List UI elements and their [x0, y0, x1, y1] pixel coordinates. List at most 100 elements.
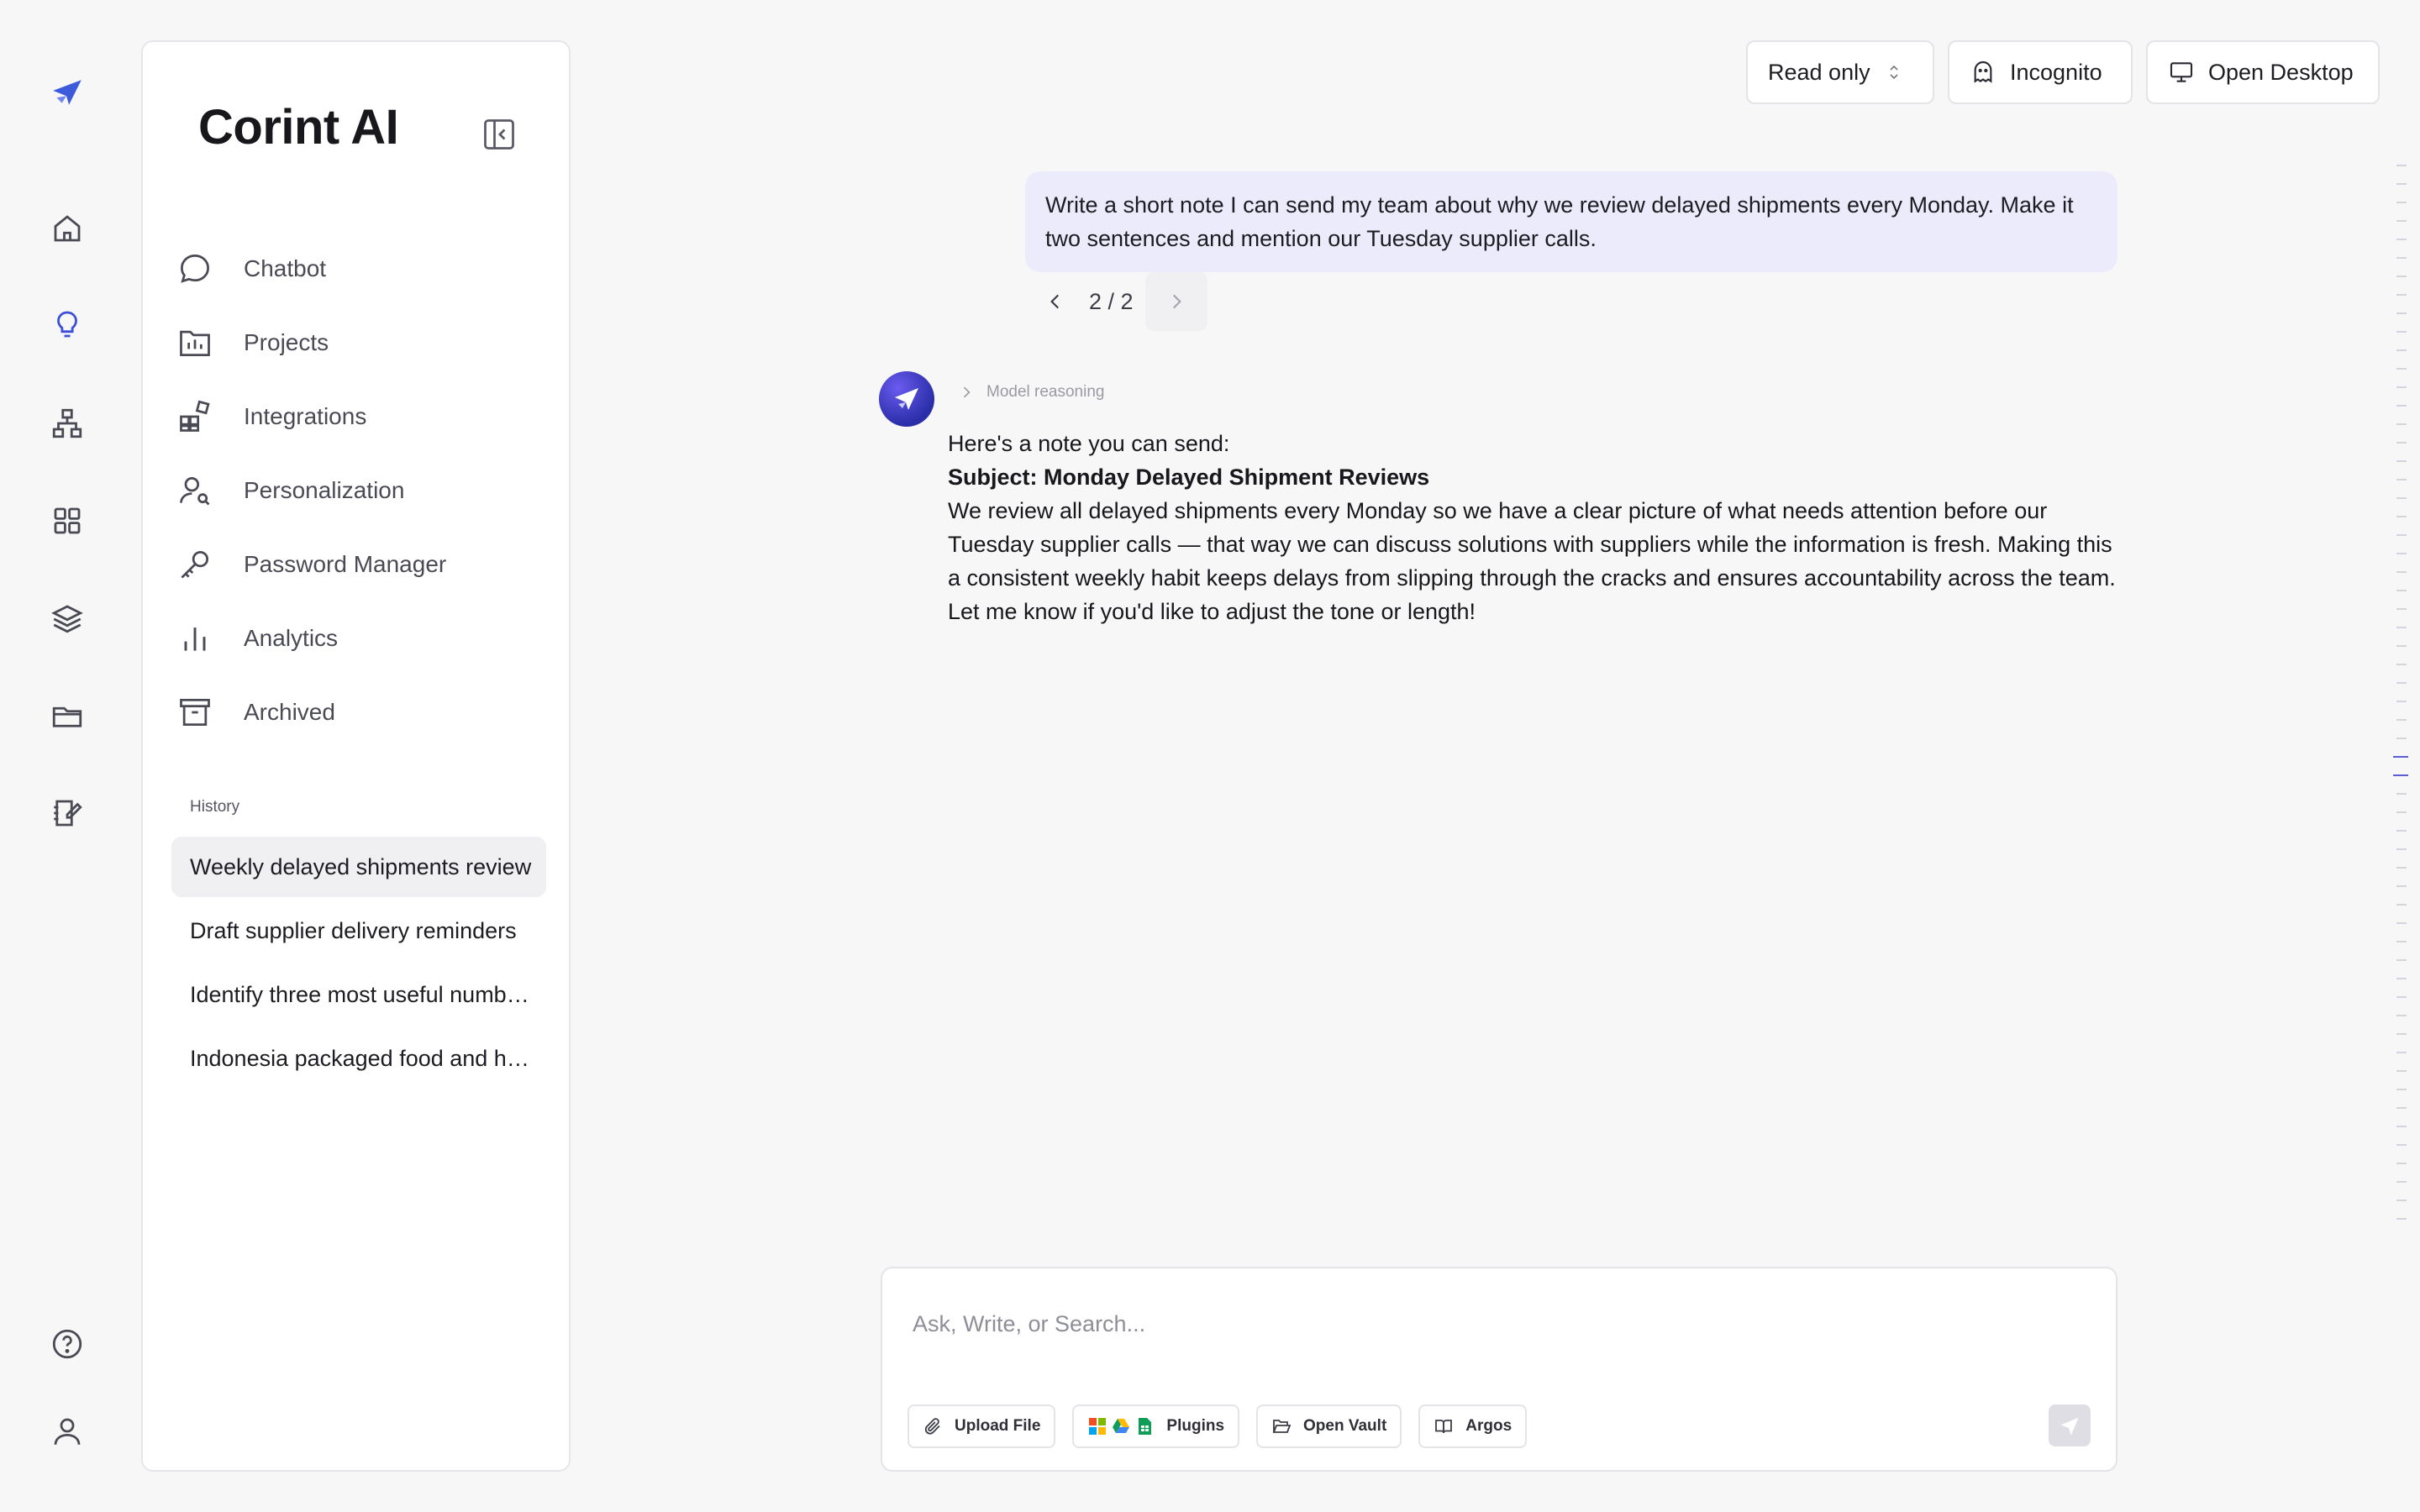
minimap-tick [2396, 516, 2407, 517]
composer: Upload File Plugins Open Vault Argos [881, 1267, 2118, 1472]
open-desktop-button[interactable]: Open Desktop [2146, 40, 2380, 104]
sidebar: Corint AI Chatbot Projects Integrations [141, 40, 571, 1472]
nav-item-projects[interactable]: Projects [176, 306, 546, 380]
chevron-right-icon [963, 386, 971, 398]
minimap-tick [2396, 1163, 2407, 1164]
history-item-label: Weekly delayed shipments review [190, 853, 532, 879]
collapse-sidebar-button[interactable] [474, 109, 524, 160]
pager-text: 2 / 2 [1089, 288, 1134, 314]
minimap-tick [2396, 664, 2407, 665]
plugins-button[interactable]: Plugins [1072, 1404, 1240, 1448]
help-icon[interactable] [42, 1319, 92, 1369]
plugin-logos [1087, 1416, 1155, 1436]
minimap-tick [2396, 276, 2407, 277]
send-icon [2060, 1417, 2079, 1436]
minimap-tick [2396, 368, 2407, 370]
brand-title: Corint AI [198, 100, 399, 155]
nav-item-password-manager[interactable]: Password Manager [176, 528, 546, 601]
chevron-left-icon [1050, 294, 1060, 309]
notes-edit-icon[interactable] [42, 788, 92, 838]
minimap-tick [2393, 756, 2408, 758]
nav-label: Personalization [244, 477, 405, 503]
conversation-minimap[interactable] [2393, 165, 2408, 1273]
layers-icon[interactable] [42, 593, 92, 643]
minimap-tick [2396, 1107, 2407, 1109]
chat-input[interactable] [913, 1302, 2072, 1346]
nav-item-archived[interactable]: Archived [176, 675, 546, 749]
project-folder-icon [176, 324, 213, 361]
answer-closing: Let me know if you'd like to adjust the … [948, 599, 1476, 624]
nav-item-personalization[interactable]: Personalization [176, 454, 546, 528]
minimap-tick [2396, 1015, 2407, 1016]
minimap-tick [2396, 331, 2407, 333]
sidebar-collapse-icon [484, 119, 514, 150]
icon-rail [0, 0, 134, 1512]
lightbulb-icon[interactable] [42, 299, 92, 349]
argos-button[interactable]: Argos [1418, 1404, 1528, 1448]
minimap-tick [2396, 719, 2407, 721]
history-item[interactable]: Draft supplier delivery reminders [171, 900, 546, 961]
history-item[interactable]: Indonesia packaged food and health [171, 1028, 546, 1089]
minimap-tick [2396, 811, 2407, 813]
minimap-tick [2396, 738, 2407, 739]
history-item[interactable]: Weekly delayed shipments review [171, 837, 546, 897]
composer-tools: Upload File Plugins Open Vault Argos [908, 1404, 1528, 1448]
minimap-tick [2396, 904, 2407, 906]
nav-label: Archived [244, 699, 335, 725]
history-item-label: Identify three most useful numbers [190, 981, 536, 1007]
hierarchy-icon[interactable] [42, 398, 92, 449]
minimap-tick [2396, 534, 2407, 536]
minimap-tick [2396, 165, 2407, 166]
grid-icon[interactable] [42, 496, 92, 546]
send-button[interactable] [2049, 1404, 2091, 1446]
next-response-button[interactable] [1144, 272, 1207, 331]
incognito-button[interactable]: Incognito [1948, 40, 2133, 104]
minimap-tick [2396, 996, 2407, 998]
nav-label: Chatbot [244, 255, 327, 281]
assistant-logo-icon [895, 388, 918, 410]
nav-label: Analytics [244, 625, 339, 651]
assistant-answer: Here's a note you can send: Subject: Mon… [948, 427, 2124, 628]
profile-icon[interactable] [42, 1406, 92, 1457]
history-item[interactable]: Identify three most useful numbers [171, 964, 546, 1025]
minimap-tick [2396, 1089, 2407, 1090]
minimap-tick [2396, 1033, 2407, 1035]
google-drive-icon [1113, 1419, 1130, 1433]
response-pager: 2 / 2 [1039, 272, 1207, 331]
paperclip-icon [924, 1418, 940, 1435]
minimap-tick [2396, 645, 2407, 647]
assistant-avatar [879, 371, 934, 427]
upload-file-button[interactable]: Upload File [908, 1404, 1056, 1448]
minimap-tick [2396, 423, 2407, 425]
incognito-label: Incognito [2010, 59, 2102, 85]
monitor-icon [2170, 62, 2193, 82]
minimap-tick [2393, 774, 2408, 776]
minimap-tick [2396, 257, 2407, 259]
folder-icon[interactable] [42, 690, 92, 741]
nav-item-integrations[interactable]: Integrations [176, 380, 546, 454]
read-only-select[interactable]: Read only [1746, 40, 1934, 104]
nav-label: Projects [244, 329, 329, 355]
minimap-tick [2396, 867, 2407, 869]
ghost-icon [1974, 60, 1992, 83]
minimap-tick [2396, 553, 2407, 554]
user-message-bubble: Write a short note I can send my team ab… [1025, 171, 2118, 272]
google-sheets-icon [1139, 1418, 1152, 1435]
nav-item-chatbot[interactable]: Chatbot [176, 232, 546, 306]
history-item-label: Draft supplier delivery reminders [190, 917, 517, 943]
model-reasoning-toggle[interactable]: Model reasoning [958, 383, 1104, 402]
home-icon[interactable] [42, 203, 92, 254]
minimap-tick [2396, 1200, 2407, 1201]
nav-item-analytics[interactable]: Analytics [176, 601, 546, 675]
open-vault-button[interactable]: Open Vault [1256, 1404, 1402, 1448]
minimap-tick [2396, 294, 2407, 296]
previous-response-button[interactable] [1039, 272, 1072, 331]
minimap-tick [2396, 1070, 2407, 1072]
archive-icon [176, 694, 213, 731]
app-logo-icon[interactable] [42, 67, 92, 118]
model-reasoning-label: Model reasoning [986, 383, 1105, 401]
minimap-tick [2396, 239, 2407, 240]
minimap-tick [2396, 1052, 2407, 1053]
history-item-label: Indonesia packaged food and health [190, 1045, 536, 1071]
folder-open-icon [1272, 1420, 1292, 1433]
